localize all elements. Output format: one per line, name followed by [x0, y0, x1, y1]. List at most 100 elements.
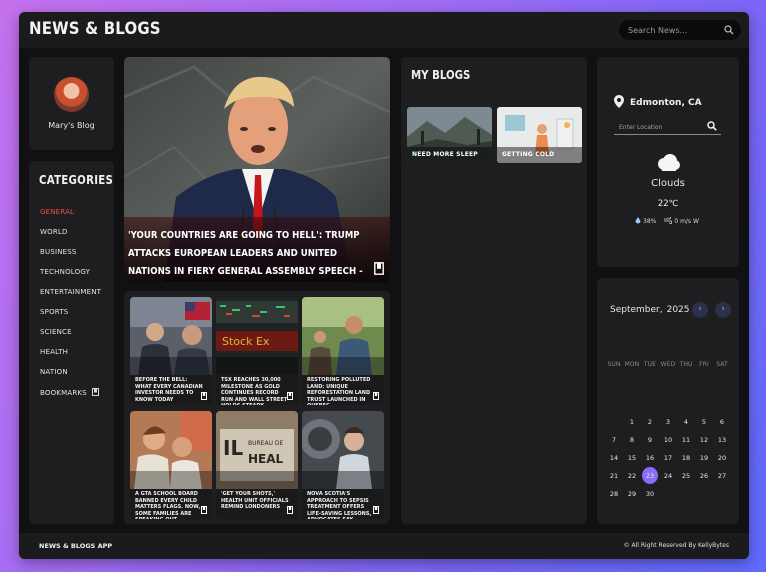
category-world[interactable]: WORLD — [40, 228, 101, 248]
calendar-week-row: 1 2 3 4 5 6 — [605, 413, 731, 431]
category-science[interactable]: SCIENCE — [40, 328, 101, 348]
bookmark-icon[interactable] — [287, 506, 293, 514]
profile-name[interactable]: Mary's Blog — [29, 121, 114, 130]
calendar-days: 1 2 3 4 5 6 7 8 9 10 11 12 13 14 15 16 17 18 19 20 21 22 23 24 2… — [605, 413, 731, 503]
calendar-day-number: 28 — [609, 490, 619, 498]
categories-title: CATEGORIES — [39, 173, 114, 187]
category-nation[interactable]: NATION — [40, 368, 101, 388]
calendar-day[interactable]: 16 — [641, 449, 659, 467]
location-input[interactable] — [619, 121, 704, 133]
calendar-day[interactable]: 10 — [659, 431, 677, 449]
avatar[interactable] — [54, 77, 89, 112]
blog-card[interactable]: GETTING COLD — [497, 107, 582, 163]
news-card[interactable]: Nova Scotia's approach to sepsis treatme… — [302, 411, 384, 519]
search-icon[interactable] — [707, 121, 717, 131]
category-general[interactable]: GENERAL — [40, 208, 101, 228]
calendar-day[interactable]: 18 — [677, 449, 695, 467]
calendar-day[interactable]: 26 — [695, 467, 713, 485]
svg-text:BUREAU DE: BUREAU DE — [248, 440, 283, 447]
calendar-day[interactable]: 29 — [623, 485, 641, 503]
news-card-title[interactable]: Restoring polluted land: Unique reforest… — [307, 377, 375, 405]
blog-card[interactable]: NEED MORE SLEEP — [407, 107, 492, 163]
my-blogs-title: MY BLOGS — [411, 68, 471, 82]
calendar-day-number: 19 — [699, 454, 709, 462]
calendar-day[interactable]: 20 — [713, 449, 731, 467]
calendar-day[interactable]: 28 — [605, 485, 623, 503]
calendar-grid: SUN MON TUE WED THU FRI SAT 1 2 3 4 5 6 7 8 9 10 1… — [605, 361, 731, 503]
bookmark-icon[interactable] — [374, 262, 384, 275]
calendar-year: 2025 — [666, 305, 690, 315]
news-card-title[interactable]: TSX reaches 30,000 milestone as gold con… — [221, 377, 289, 405]
calendar-next-button[interactable]: › — [715, 302, 731, 318]
headline-card[interactable]: 'YOUR COUNTRIES ARE GOING TO HELL': TRUM… — [124, 57, 390, 282]
calendar-day[interactable]: 8 — [623, 431, 641, 449]
calendar-day[interactable]: 24 — [659, 467, 677, 485]
calendar-weekdays: SUN MON TUE WED THU FRI SAT — [605, 361, 731, 375]
news-image — [130, 411, 212, 489]
calendar-day-number: 7 — [611, 436, 617, 444]
calendar-day-number: 14 — [609, 454, 619, 462]
humidity-value: 38% — [643, 218, 657, 225]
calendar-day[interactable]: 13 — [713, 431, 731, 449]
blog-card-title[interactable]: NEED MORE SLEEP — [412, 151, 478, 158]
bookmark-icon[interactable] — [201, 392, 207, 400]
search-input[interactable] — [628, 23, 723, 37]
calendar-day-number: 29 — [627, 490, 637, 498]
category-business[interactable]: BUSINESS — [40, 248, 101, 268]
calendar-day[interactable]: 17 — [659, 449, 677, 467]
news-card[interactable]: Restoring polluted land: Unique reforest… — [302, 297, 384, 405]
svg-text:HEAL: HEAL — [248, 452, 284, 466]
calendar-day[interactable]: 5 — [695, 413, 713, 431]
calendar-day[interactable]: 22 — [623, 467, 641, 485]
bookmark-icon[interactable] — [373, 506, 379, 514]
calendar-day[interactable]: 2 — [641, 413, 659, 431]
calendar-week-row: 7 8 9 10 11 12 13 — [605, 431, 731, 449]
calendar-day[interactable]: 14 — [605, 449, 623, 467]
calendar-panel: September, 2025 ‹ › SUN MON TUE WED THU F… — [597, 278, 739, 524]
category-technology[interactable]: TECHNOLOGY — [40, 268, 101, 288]
news-card-title[interactable]: Before the bell: What every Canadian inv… — [135, 377, 203, 403]
app-logo[interactable]: NEWS & BLOGS — [29, 19, 161, 39]
calendar-day[interactable]: 9 — [641, 431, 659, 449]
news-card[interactable]: IL BUREAU DE HEAL 'Get your shots,' heal… — [216, 411, 298, 519]
calendar-prev-button[interactable]: ‹ — [692, 302, 708, 318]
calendar-day[interactable]: 3 — [659, 413, 677, 431]
calendar-day[interactable]: 27 — [713, 467, 731, 485]
calendar-day[interactable]: 25 — [677, 467, 695, 485]
calendar-day[interactable]: 6 — [713, 413, 731, 431]
category-health[interactable]: HEALTH — [40, 348, 101, 368]
calendar-day[interactable]: 12 — [695, 431, 713, 449]
calendar-day[interactable]: 15 — [623, 449, 641, 467]
calendar-day[interactable]: 23 — [641, 467, 659, 485]
category-bookmarks[interactable]: BOOKMARKS — [40, 388, 101, 408]
blog-card-title[interactable]: GETTING COLD — [502, 151, 554, 158]
calendar-day[interactable]: 1 — [623, 413, 641, 431]
bookmark-icon[interactable] — [287, 392, 293, 400]
calendar-day[interactable]: 11 — [677, 431, 695, 449]
news-card[interactable]: A GTA school board banned every child ma… — [130, 411, 212, 519]
news-card[interactable]: Before the bell: What every Canadian inv… — [130, 297, 212, 405]
calendar-day[interactable]: 19 — [695, 449, 713, 467]
category-sports[interactable]: SPORTS — [40, 308, 101, 328]
calendar-day[interactable]: 4 — [677, 413, 695, 431]
category-entertainment[interactable]: ENTERTAINMENT — [40, 288, 101, 308]
news-card-title[interactable]: 'Get your shots,' health unit officials … — [221, 491, 289, 511]
news-image: IL BUREAU DE HEAL — [216, 411, 298, 489]
bookmark-icon[interactable] — [373, 392, 379, 400]
calendar-month: September, — [610, 305, 663, 315]
news-card-title[interactable]: A GTA school board banned every child ma… — [135, 491, 203, 519]
calendar-day-number: 1 — [629, 418, 635, 426]
bookmark-icon[interactable] — [201, 506, 207, 514]
calendar-day[interactable]: 21 — [605, 467, 623, 485]
weekday-label: WED — [660, 361, 676, 368]
calendar-day-number: 10 — [663, 436, 673, 444]
calendar-day[interactable]: 7 — [605, 431, 623, 449]
calendar-day-number: 23 — [645, 472, 655, 480]
search-icon[interactable] — [724, 25, 734, 35]
news-image: Stock Ex — [216, 297, 298, 375]
calendar-day-number: 18 — [681, 454, 691, 462]
news-card-title[interactable]: Nova Scotia's approach to sepsis treatme… — [307, 491, 375, 519]
calendar-day[interactable]: 30 — [641, 485, 659, 503]
news-card[interactable]: Stock Ex TSX reaches 30,000 milestone as… — [216, 297, 298, 405]
headline-title[interactable]: 'YOUR COUNTRIES ARE GOING TO HELL': TRUM… — [128, 227, 369, 282]
